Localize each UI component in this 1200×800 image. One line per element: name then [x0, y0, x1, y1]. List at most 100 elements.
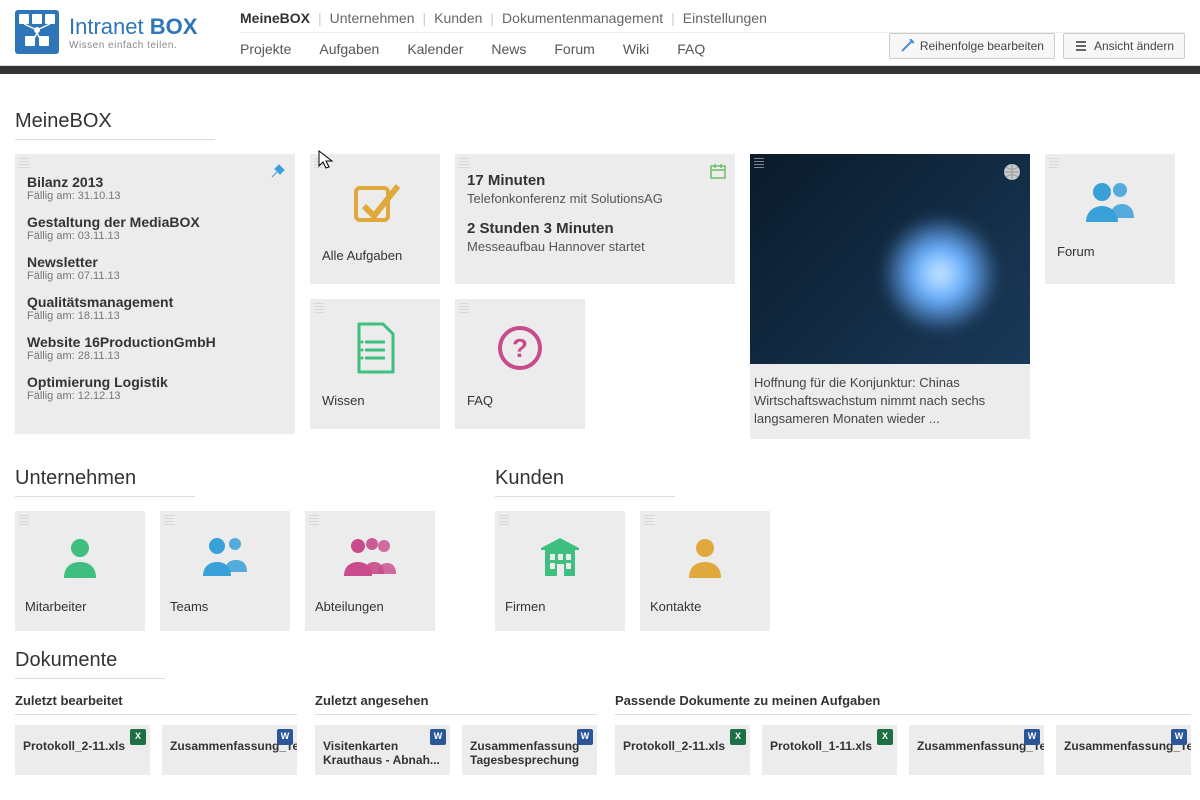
- task-title: Qualitätsmanagement: [27, 294, 283, 310]
- event-time: 2 Stunden 3 Minuten: [467, 220, 723, 237]
- task-due: Fällig am: 07.11.13: [27, 270, 283, 282]
- drag-handle-icon[interactable]: [459, 303, 469, 313]
- nav2-projekte[interactable]: Projekte: [240, 41, 291, 57]
- news-image: [750, 154, 1030, 364]
- pin-icon[interactable]: [269, 162, 287, 180]
- document-tile[interactable]: WVisitenkarten Krauthaus - Abnah...: [315, 725, 450, 775]
- doc-name: Protokoll_2-11.xls: [623, 739, 725, 753]
- event-text: Messeaufbau Hannover startet: [467, 239, 723, 254]
- document-tile[interactable]: WZusammenfassung_Telko_3_13.dox: [1056, 725, 1191, 775]
- document-icon: [353, 322, 397, 374]
- section-meinebox-title: MeineBOX: [15, 110, 215, 140]
- news-text: Hoffnung für die Konjunktur: Chinas Wirt…: [750, 364, 1030, 439]
- drag-handle-icon[interactable]: [499, 515, 509, 525]
- drag-handle-icon[interactable]: [309, 515, 319, 525]
- nav2-wiki[interactable]: Wiki: [623, 41, 649, 57]
- nav1-kunden[interactable]: Kunden: [434, 10, 482, 26]
- nav1-einstellungen[interactable]: Einstellungen: [683, 10, 767, 26]
- people-icon: [1082, 178, 1138, 224]
- logo-icon: [15, 10, 59, 54]
- event-text: Telefonkonferenz mit SolutionsAG: [467, 191, 723, 206]
- brand-name: Intranet BOX: [69, 14, 197, 40]
- person-icon: [58, 534, 102, 578]
- secondary-nav: Projekte Aufgaben Kalender News Forum Wi…: [240, 33, 889, 65]
- news-tile[interactable]: Hoffnung für die Konjunktur: Chinas Wirt…: [750, 154, 1030, 439]
- document-tile[interactable]: XProtokoll_2-11.xls: [15, 725, 150, 775]
- word-icon: W: [577, 729, 593, 745]
- header: Intranet BOX Wissen einfach teilen. Mein…: [0, 0, 1200, 66]
- document-tile[interactable]: X Protokoll_2-11.xls: [615, 725, 750, 775]
- cursor-icon: [318, 150, 334, 170]
- doc-name: Protokoll_1-11.xls: [770, 739, 872, 753]
- reorder-button[interactable]: Reihenfolge bearbeiten: [889, 33, 1055, 59]
- change-view-button[interactable]: Ansicht ändern: [1063, 33, 1185, 59]
- events-tile[interactable]: 17 MinutenTelefonkonferenz mit Solutions…: [455, 154, 735, 284]
- document-tile[interactable]: WZusammenfassung_Telko_4_13.dox: [162, 725, 297, 775]
- contact-icon: [683, 534, 727, 578]
- drag-handle-icon[interactable]: [644, 515, 654, 525]
- tile-label: FAQ: [467, 393, 573, 408]
- task-due: Fällig am: 12.12.13: [27, 390, 283, 402]
- pencil-icon: [900, 39, 914, 53]
- forum-tile[interactable]: Forum: [1045, 154, 1175, 284]
- calendar-icon: [709, 162, 727, 180]
- brand-tagline: Wissen einfach teilen.: [69, 40, 197, 51]
- excel-icon: X: [730, 729, 746, 745]
- nav1-meinebox[interactable]: MeineBOX: [240, 10, 310, 26]
- tile-label: Mitarbeiter: [25, 599, 135, 614]
- document-tile[interactable]: WZusammenfassung Tagesbesprechung: [462, 725, 597, 775]
- nav1-unternehmen[interactable]: Unternehmen: [330, 10, 415, 26]
- nav2-faq[interactable]: FAQ: [677, 41, 705, 57]
- doc-group-header: Zuletzt bearbeitet: [15, 693, 297, 715]
- task-title: Gestaltung der MediaBOX: [27, 214, 283, 230]
- drag-handle-icon[interactable]: [19, 515, 29, 525]
- section-unternehmen-title: Unternehmen: [15, 467, 195, 497]
- word-icon: W: [1171, 729, 1187, 745]
- doc-name: Zusammenfassung Tagesbesprechung: [470, 739, 579, 767]
- section-dokumente-title: Dokumente: [15, 649, 165, 679]
- task-due: Fällig am: 03.11.13: [27, 230, 283, 242]
- nav2-aufgaben[interactable]: Aufgaben: [319, 41, 379, 57]
- question-icon: ?: [495, 323, 545, 373]
- drag-handle-icon[interactable]: [459, 158, 469, 168]
- drag-handle-icon[interactable]: [1049, 158, 1059, 168]
- checkmark-icon: [350, 178, 400, 228]
- kontakte-tile[interactable]: Kontakte: [640, 511, 770, 631]
- mitarbeiter-tile[interactable]: Mitarbeiter: [15, 511, 145, 631]
- word-icon: W: [277, 729, 293, 745]
- drag-handle-icon[interactable]: [754, 158, 764, 168]
- drag-handle-icon[interactable]: [314, 303, 324, 313]
- task-due: Fällig am: 18.11.13: [27, 310, 283, 322]
- all-tasks-tile[interactable]: Alle Aufgaben: [310, 154, 440, 284]
- nav2-news[interactable]: News: [491, 41, 526, 57]
- task-title: Bilanz 2013: [27, 174, 283, 190]
- doc-group-header: Zuletzt angesehen: [315, 693, 597, 715]
- excel-icon: X: [877, 729, 893, 745]
- nav1-dokumentenmanagement[interactable]: Dokumentenmanagement: [502, 10, 663, 26]
- document-tile[interactable]: WZusammenfassung_Telko_4_13.dox: [909, 725, 1044, 775]
- brand[interactable]: Intranet BOX Wissen einfach teilen.: [15, 10, 240, 54]
- document-tile[interactable]: X Protokoll_1-11.xls: [762, 725, 897, 775]
- primary-nav: MeineBOX| Unternehmen| Kunden| Dokumente…: [240, 10, 1185, 33]
- abteilungen-tile[interactable]: Abteilungen: [305, 511, 435, 631]
- building-icon: [537, 534, 583, 578]
- teams-tile[interactable]: Teams: [160, 511, 290, 631]
- tile-label: Wissen: [322, 393, 428, 408]
- tasks-tile[interactable]: Bilanz 2013Fällig am: 31.10.13 Gestaltun…: [15, 154, 295, 434]
- divider-bar: [0, 66, 1200, 74]
- tile-label: Abteilungen: [315, 599, 425, 614]
- svg-text:?: ?: [512, 333, 528, 363]
- tile-label: Teams: [170, 599, 280, 614]
- nav2-kalender[interactable]: Kalender: [407, 41, 463, 57]
- faq-tile[interactable]: ? FAQ: [455, 299, 585, 429]
- nav2-forum[interactable]: Forum: [554, 41, 594, 57]
- drag-handle-icon[interactable]: [19, 158, 29, 168]
- word-icon: W: [430, 729, 446, 745]
- task-title: Optimierung Logistik: [27, 374, 283, 390]
- firmen-tile[interactable]: Firmen: [495, 511, 625, 631]
- doc-name: Protokoll_2-11.xls: [23, 739, 125, 753]
- drag-handle-icon[interactable]: [164, 515, 174, 525]
- wissen-tile[interactable]: Wissen: [310, 299, 440, 429]
- task-due: Fällig am: 28.11.13: [27, 350, 283, 362]
- globe-icon: [1002, 162, 1022, 182]
